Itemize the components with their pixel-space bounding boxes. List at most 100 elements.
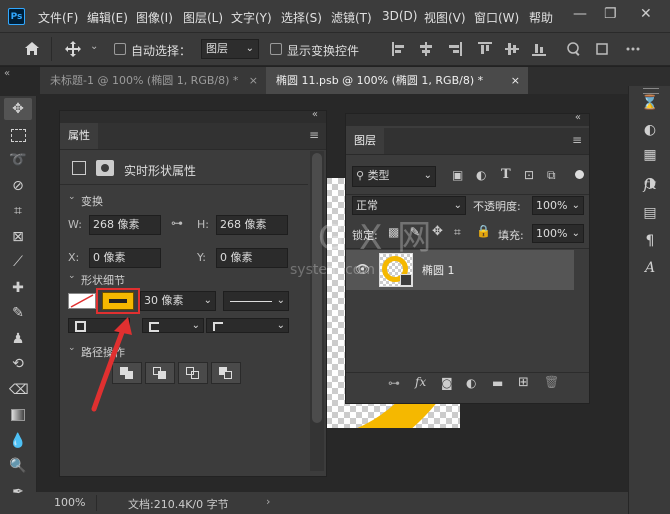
home-icon[interactable]	[24, 41, 40, 56]
move-tool-icon[interactable]	[64, 40, 82, 58]
opacity-field[interactable]: 100% ⌄	[532, 196, 584, 215]
section-shape-details[interactable]: 形状细节	[81, 272, 125, 288]
menu-layer[interactable]: 图层(L)	[183, 9, 223, 26]
layer-filter-dropdown[interactable]: ⚲ 类型 ⌄	[352, 166, 436, 187]
stroke-width-field[interactable]: 30 像素 ⌄	[140, 291, 216, 311]
scrollbar-thumb[interactable]	[312, 153, 322, 423]
eyedropper-tool-icon[interactable]: ⟋	[9, 253, 27, 271]
stroke-caps-dropdown[interactable]: ⌄	[142, 318, 204, 333]
chevron-down-icon[interactable]: ⌄	[68, 271, 76, 281]
panel-menu-icon[interactable]: ≡	[572, 133, 582, 147]
stroke-corners-dropdown[interactable]: ⌄	[206, 318, 289, 333]
chevron-down-icon[interactable]: ⌄	[68, 192, 76, 202]
fill-field[interactable]: 100% ⌄	[532, 224, 584, 243]
new-layer-icon[interactable]: ⊞	[518, 375, 529, 390]
lasso-tool-icon[interactable]: ➰	[9, 151, 27, 169]
menu-type[interactable]: 文字(Y)	[231, 9, 272, 26]
history-panel-icon[interactable]: ⌛	[641, 94, 659, 112]
x-field[interactable]: 0 像素	[89, 248, 161, 268]
layer-name[interactable]: 椭圆 1	[422, 262, 455, 278]
add-mask-icon[interactable]: ◙	[441, 376, 453, 390]
tab-layers[interactable]: 图层	[346, 128, 384, 154]
document-info[interactable]: 文档:210.4K/0 字节	[128, 496, 229, 512]
character-icon[interactable]: A	[641, 259, 659, 277]
stroke-color-swatch[interactable]	[102, 292, 134, 310]
color-panel-icon[interactable]: ◐	[641, 121, 659, 139]
chevron-down-icon[interactable]: ⌄	[68, 343, 76, 353]
menu-select[interactable]: 选择(S)	[281, 9, 322, 26]
menu-help[interactable]: 帮助	[529, 9, 553, 26]
swatches-panel-icon[interactable]: ▦	[641, 146, 659, 164]
close-icon[interactable]: ×	[511, 67, 520, 94]
quick-selection-tool-icon[interactable]: ⊘	[9, 177, 27, 195]
adjustment-filter-icon[interactable]: ◐	[476, 168, 486, 182]
stroke-type-dropdown[interactable]: ⌄	[223, 291, 289, 311]
pixel-filter-icon[interactable]: ▣	[452, 168, 463, 182]
auto-select-target-dropdown[interactable]: 图层 ⌄	[201, 39, 259, 59]
collapse-panel-icon[interactable]: «	[575, 112, 581, 123]
subtract-shapes-button[interactable]	[145, 362, 175, 384]
menu-file[interactable]: 文件(F)	[38, 9, 78, 26]
y-field[interactable]: 0 像素	[216, 248, 288, 268]
folder-icon[interactable]: ▬	[492, 376, 503, 390]
link-layers-icon[interactable]: ⊶	[388, 376, 400, 390]
close-icon[interactable]: ×	[249, 67, 258, 94]
height-field[interactable]: 268 像素	[216, 215, 288, 235]
fill-color-swatch[interactable]	[68, 293, 96, 309]
fx-styles-icon[interactable]: fx	[641, 176, 659, 194]
menu-filter[interactable]: 滤镜(T)	[331, 9, 372, 26]
properties-scrollbar[interactable]	[310, 151, 324, 471]
trash-icon[interactable]: 🗑	[544, 375, 559, 389]
restore-button[interactable]: ❐	[604, 6, 617, 22]
dodge-tool-icon[interactable]: 🔍	[9, 457, 27, 475]
menu-window[interactable]: 窗口(W)	[474, 9, 519, 26]
paragraph-icon[interactable]: ¶	[641, 232, 659, 250]
adjustment-layer-icon[interactable]: ◐	[466, 376, 476, 390]
panel-menu-icon[interactable]: ≡	[309, 128, 319, 142]
auto-select-checkbox[interactable]	[114, 43, 126, 55]
brush-tool-icon[interactable]: ✎	[9, 304, 27, 322]
blur-tool-icon[interactable]: 💧	[9, 432, 27, 450]
chevron-right-icon[interactable]: ›	[266, 495, 270, 508]
pen-tool-icon[interactable]: ✒	[9, 483, 27, 501]
close-window-button[interactable]: ✕	[640, 6, 652, 22]
gradient-tool-icon[interactable]	[9, 406, 27, 424]
type-filter-icon[interactable]: T	[501, 167, 511, 182]
zoom-level[interactable]: 100%	[54, 496, 85, 509]
frame-tool-icon[interactable]: ⊠	[9, 228, 27, 246]
collapse-toolbar-icon[interactable]: «	[4, 68, 10, 79]
lock-position-icon[interactable]: ✥	[432, 224, 443, 239]
lock-artboard-icon[interactable]: ⌗	[454, 225, 461, 240]
menu-image[interactable]: 图像(I)	[136, 9, 173, 26]
menu-3d[interactable]: 3D(D)	[382, 9, 417, 23]
chevron-down-icon[interactable]: ⌄	[90, 41, 98, 52]
link-icon[interactable]: ⊶	[171, 216, 183, 230]
healing-brush-tool-icon[interactable]: ✚	[9, 279, 27, 297]
filter-toggle-icon[interactable]	[575, 170, 584, 179]
move-tool-icon[interactable]: ✥	[9, 100, 27, 118]
tab-ellipse-11-psb[interactable]: 椭圆 11.psb @ 100% (椭圆 1, RGB/8) * ×	[266, 67, 528, 94]
fx-icon[interactable]: fx	[415, 375, 426, 389]
show-transform-checkbox[interactable]	[270, 43, 282, 55]
menu-view[interactable]: 视图(V)	[424, 9, 466, 26]
tab-properties[interactable]: 属性	[60, 123, 98, 149]
width-field[interactable]: 268 像素	[89, 215, 161, 235]
history-brush-tool-icon[interactable]: ⟲	[9, 355, 27, 373]
collapse-panel-icon[interactable]: «	[312, 109, 318, 120]
smart-object-filter-icon[interactable]: ⧉	[547, 168, 556, 183]
tab-untitled-1[interactable]: 未标题-1 @ 100% (椭圆 1, RGB/8) * ×	[40, 67, 266, 94]
menu-edit[interactable]: 编辑(E)	[87, 9, 128, 26]
section-transform[interactable]: 变换	[81, 193, 103, 209]
shape-filter-icon[interactable]: ⊡	[524, 168, 534, 182]
eraser-tool-icon[interactable]: ⌫	[9, 381, 29, 399]
table-icon[interactable]: ▤	[641, 204, 659, 222]
crop-tool-icon[interactable]: ⌗	[9, 202, 27, 220]
clone-stamp-tool-icon[interactable]: ♟	[9, 330, 27, 348]
minimize-button[interactable]: —	[573, 6, 587, 22]
intersect-shapes-button[interactable]	[178, 362, 208, 384]
exclude-shapes-button[interactable]	[211, 362, 241, 384]
lock-all-icon[interactable]: 🔒	[476, 224, 491, 238]
chevron-down-icon: ⌄	[571, 200, 580, 211]
marquee-tool-icon[interactable]	[9, 126, 27, 144]
auto-select-label: 自动选择：	[131, 44, 192, 58]
